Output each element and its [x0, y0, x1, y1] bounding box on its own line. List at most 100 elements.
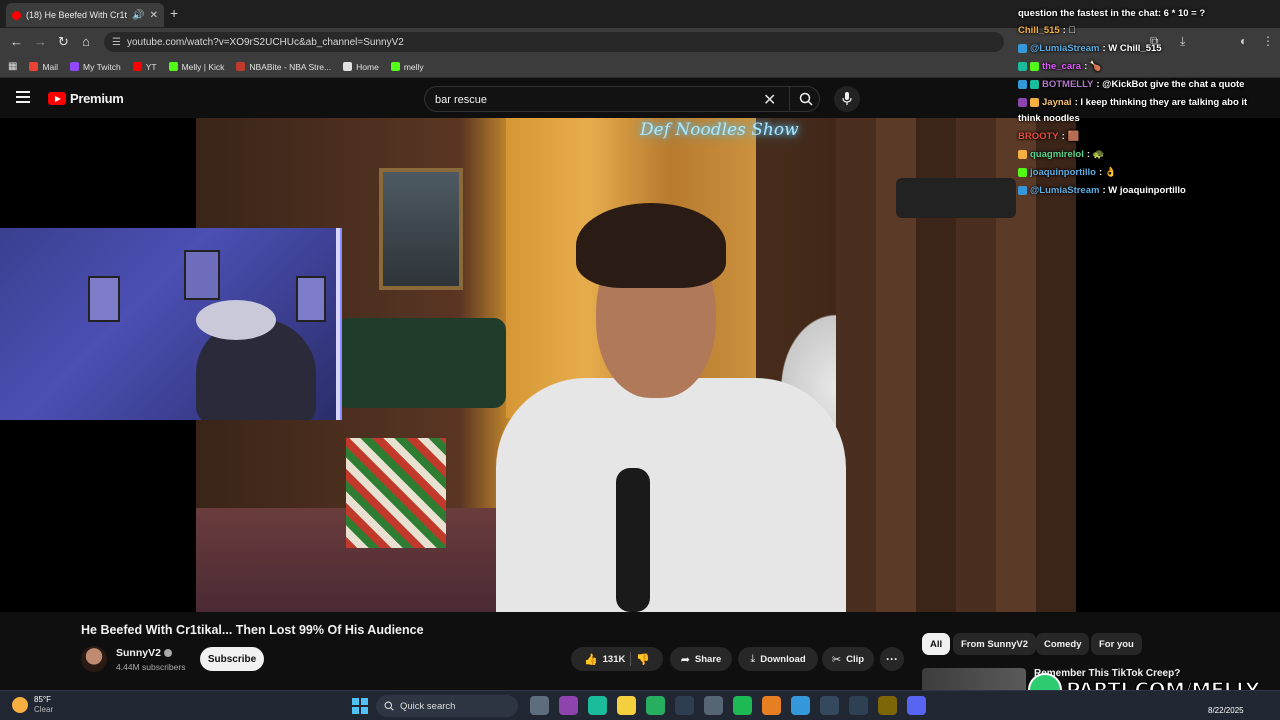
subscriber-count: 4.44M subscribers — [116, 662, 186, 672]
presenter-shirt — [496, 378, 846, 612]
minecraft-icon[interactable] — [878, 696, 897, 715]
related-video-thumbnail[interactable] — [922, 668, 1026, 690]
thumbs-up-icon[interactable]: 👍 — [584, 653, 598, 666]
chat-message: the_cara: 🍗 — [1018, 61, 1102, 72]
taskbar-search[interactable]: Quick search — [376, 695, 518, 717]
badge-icon — [1030, 62, 1039, 71]
system-date: 8/22/2025 — [1208, 706, 1244, 715]
chat-overlay: question the fastest in the chat: 6 * 10… — [1010, 0, 1280, 200]
chip-comedy[interactable]: Comedy — [1036, 633, 1090, 655]
badge-icon — [1018, 168, 1027, 177]
download-button[interactable]: ⤓ Download — [738, 647, 818, 671]
more-actions-button[interactable]: ··· — [880, 647, 904, 671]
search-button[interactable] — [789, 87, 821, 111]
windows-taskbar: 85°F Clear Quick search 8/22/2025 — [0, 690, 1280, 720]
obs-icon[interactable] — [675, 696, 694, 715]
channel-avatar[interactable] — [81, 646, 107, 672]
bookmark-melly[interactable]: melly — [390, 62, 424, 72]
webcam-frame-2 — [184, 250, 220, 300]
apps-grid-icon[interactable]: ▦ — [8, 61, 17, 72]
youtube-logo[interactable]: Premium — [48, 91, 124, 106]
chip-from-sunnyv2[interactable]: From SunnyV2 — [953, 633, 1037, 655]
url-bar[interactable]: ☰ youtube.com/watch?v=XO9rS2UCHUc&ab_cha… — [104, 32, 1004, 52]
share-button[interactable]: ➦ Share — [670, 647, 732, 671]
wall-portrait — [379, 168, 463, 290]
voice-search-button[interactable] — [834, 86, 860, 112]
like-dislike-group: 👍 131K 👎 — [571, 647, 663, 671]
twitch-icon — [70, 62, 80, 71]
store-icon[interactable] — [704, 696, 723, 715]
chat-message: Chill_515: 🏿 — [1018, 25, 1076, 36]
x-icon — [343, 62, 353, 71]
home-icon[interactable]: ⌂ — [82, 34, 90, 50]
bookmark-mail[interactable]: Mail — [29, 62, 58, 72]
bookmark-yt[interactable]: YT — [132, 62, 157, 72]
chat-message: @LumiaStream: W Chill_515 — [1018, 43, 1162, 54]
edge-icon[interactable] — [588, 696, 607, 715]
bookmark-my-twitch[interactable]: My Twitch — [70, 62, 121, 72]
green-sofa — [336, 318, 506, 408]
badge-icon — [1018, 80, 1027, 89]
bookmark-home[interactable]: Home — [343, 62, 379, 72]
media-player-icon[interactable] — [820, 696, 839, 715]
chat-message: question the fastest in the chat: 6 * 10… — [1018, 8, 1206, 19]
download-icon: ⤓ — [750, 652, 756, 665]
streamer-webcam-overlay — [0, 228, 342, 420]
chat-message: quagmirelol: 🐢 — [1018, 149, 1104, 160]
speaker-icon[interactable]: 🔊 — [132, 10, 144, 21]
bookmark-melly-kick[interactable]: Melly | Kick — [168, 62, 224, 72]
windows-start-icon[interactable] — [352, 698, 368, 714]
subscribe-button[interactable]: Subscribe — [200, 647, 264, 671]
back-icon[interactable]: ← — [10, 34, 23, 50]
weather-widget[interactable]: 85°F Clear — [12, 695, 53, 715]
scissors-icon: ✂ — [831, 653, 842, 666]
forward-icon[interactable]: → — [34, 34, 47, 50]
screen: (18) He Beefed With Cr1tika... 🔊 ✕ + ← →… — [0, 0, 1280, 720]
youtube-favicon-icon — [12, 10, 21, 20]
neon-sign: Def Noodles Show — [640, 120, 799, 140]
thumbs-down-icon[interactable]: 👎 — [636, 653, 650, 666]
like-count[interactable]: 131K — [603, 654, 626, 665]
youtube-icon — [132, 62, 142, 71]
badge-icon — [1018, 44, 1027, 53]
new-tab-button[interactable]: + — [170, 5, 178, 21]
streamer-cap — [196, 300, 276, 340]
search-icon — [384, 701, 394, 711]
badge-icon — [1030, 80, 1039, 89]
chat-message: @LumiaStream: W joaquinportillo — [1018, 185, 1186, 196]
site-info-icon[interactable]: ☰ — [112, 37, 121, 48]
clear-search-icon[interactable]: ✕ — [763, 90, 776, 110]
chat-message: think noodles — [1018, 113, 1080, 124]
reload-icon[interactable]: ↻ — [58, 34, 69, 50]
presenter-hair — [576, 203, 726, 288]
chip-for-you[interactable]: For you — [1091, 633, 1142, 655]
xbox-icon[interactable] — [646, 696, 665, 715]
clip-button[interactable]: ✂ Clip — [822, 647, 874, 671]
file-explorer-icon[interactable] — [617, 696, 636, 715]
channel-name[interactable]: SunnyV2 — [116, 647, 172, 659]
search-icon — [799, 92, 813, 106]
search-input[interactable] — [435, 91, 755, 109]
chip-all[interactable]: All — [922, 633, 951, 655]
browser-tab[interactable]: (18) He Beefed With Cr1tika... 🔊 ✕ — [6, 3, 164, 27]
kick-icon — [390, 62, 400, 71]
chrome-icon[interactable] — [762, 696, 781, 715]
task-view-icon[interactable] — [530, 696, 549, 715]
bookmark-nbabite[interactable]: NBABite - NBA Stre... — [236, 62, 331, 72]
badge-icon — [1030, 98, 1039, 107]
menu-icon[interactable] — [16, 91, 30, 103]
studio-microphone — [616, 468, 650, 612]
spotify-icon[interactable] — [733, 696, 752, 715]
photos-icon[interactable] — [791, 696, 810, 715]
copilot-icon[interactable] — [559, 696, 578, 715]
chat-message: Jaynai: I keep thinking they are talking… — [1018, 97, 1247, 108]
badge-icon — [1018, 186, 1027, 195]
discord-icon[interactable] — [907, 696, 926, 715]
app-icon[interactable] — [849, 696, 868, 715]
taskbar-apps — [530, 696, 926, 715]
youtube-play-icon — [48, 92, 66, 105]
mail-icon — [29, 62, 39, 71]
chat-message: joaquinportillo: 👌 — [1018, 167, 1117, 178]
tab-close-icon[interactable]: ✕ — [150, 10, 158, 21]
search-box: ✕ — [424, 86, 820, 112]
